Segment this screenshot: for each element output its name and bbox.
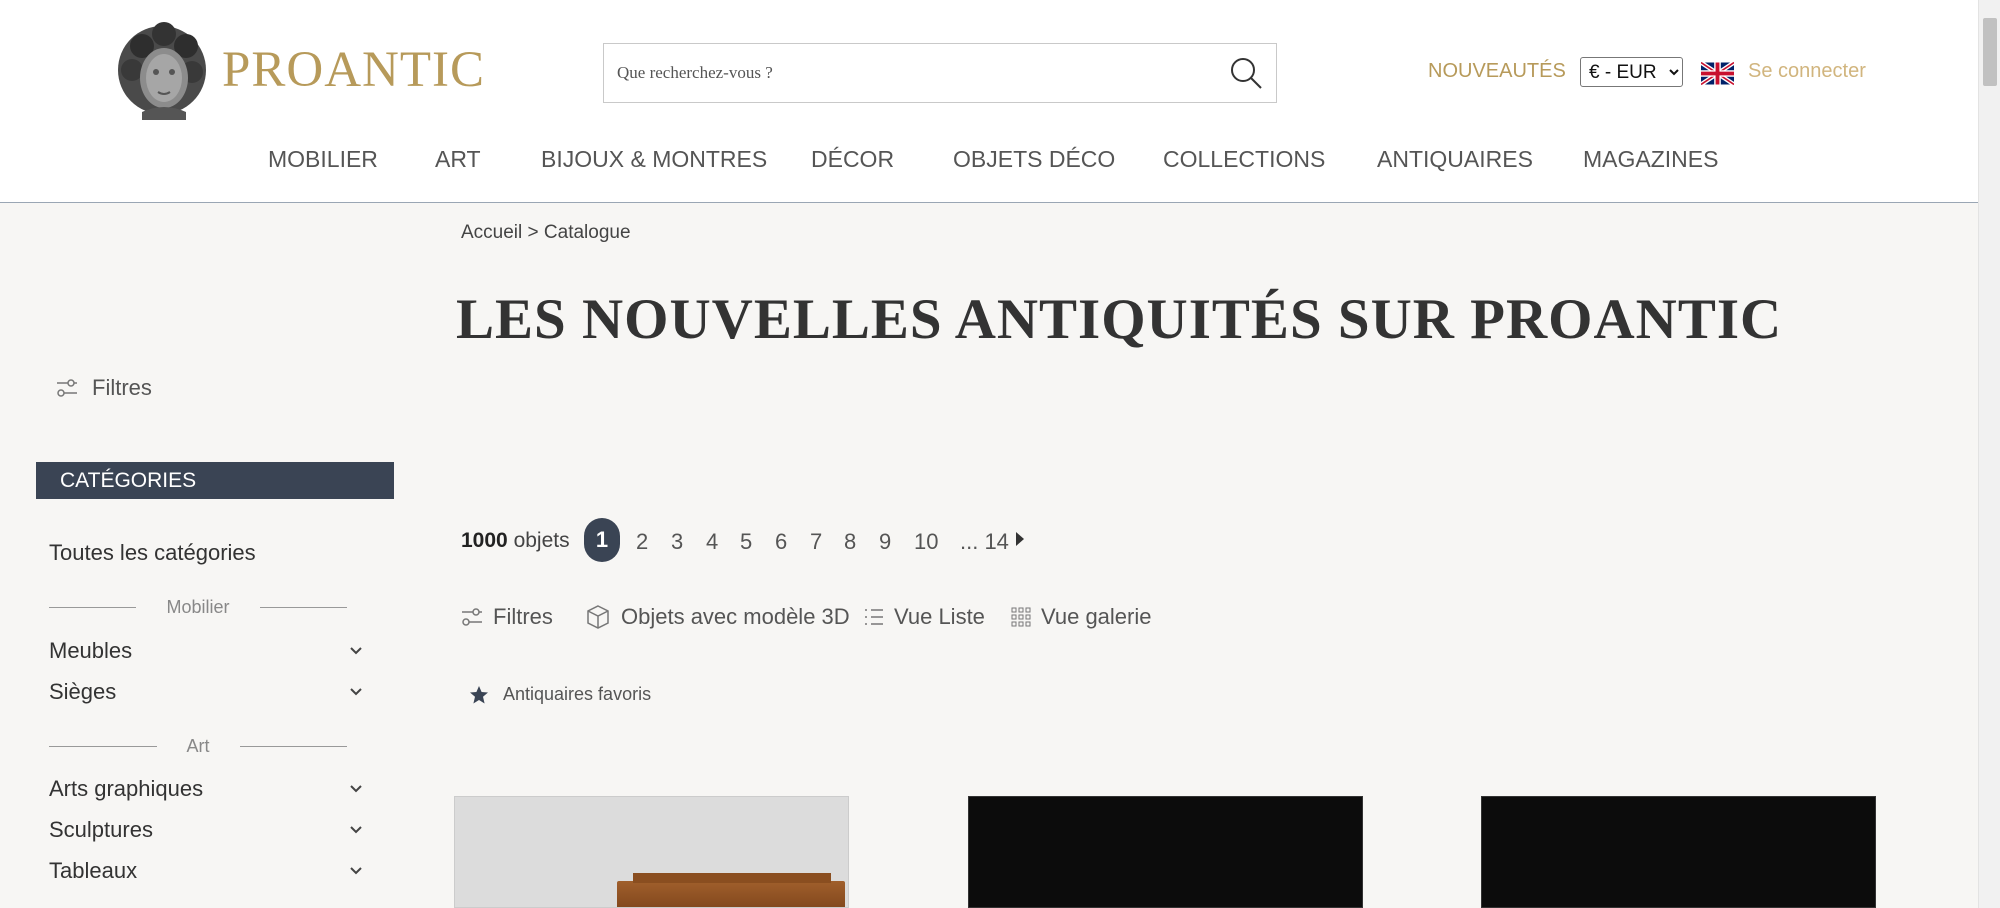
gallery-view-label: Vue galerie — [1041, 604, 1152, 629]
search-box — [603, 43, 1277, 103]
category-item-sculptures[interactable]: Sculptures — [49, 815, 363, 845]
list-view-icon — [865, 609, 883, 625]
logo-bust-icon — [118, 22, 206, 120]
chevron-down-icon[interactable] — [349, 646, 363, 656]
category-label: Tableaux — [49, 858, 138, 883]
favorite-dealers-toggle[interactable]: Antiquaires favoris — [469, 684, 651, 705]
page-button-9[interactable]: 9 — [879, 529, 891, 555]
page-title: LES NOUVELLES ANTIQUITÉS SUR PROANTIC — [456, 288, 1783, 351]
3d-objects-button[interactable]: Objets avec modèle 3D — [585, 604, 850, 630]
page-button-2[interactable]: 2 — [636, 529, 648, 555]
result-count-label: objets — [513, 529, 570, 552]
uk-flag-icon[interactable] — [1701, 61, 1734, 86]
product-image — [617, 873, 845, 907]
star-icon — [470, 685, 488, 703]
category-label: Sièges — [49, 679, 117, 704]
cube-3d-icon — [587, 605, 609, 629]
category-label: Meubles — [49, 638, 133, 663]
scrollbar-thumb[interactable] — [1983, 18, 1997, 86]
scrollbar[interactable] — [1978, 0, 2000, 908]
result-count: 1000 objets — [461, 529, 570, 553]
logo-text[interactable]: PROANTIC — [222, 41, 485, 99]
breadcrumb[interactable]: Accueil > Catalogue — [461, 222, 631, 244]
category-item-tableaux[interactable]: Tableaux — [49, 856, 363, 886]
section-divider-art: Art — [49, 734, 348, 758]
site-header: PROANTIC NOUVEAUTÉS € - EUR Se connecter… — [0, 0, 1978, 203]
page-button-last[interactable]: ... 14 — [960, 529, 1009, 555]
chevron-down-icon[interactable] — [349, 784, 363, 794]
section-divider-mobilier: Mobilier — [49, 595, 347, 619]
category-item-meubles[interactable]: Meubles — [49, 636, 363, 666]
product-card[interactable] — [454, 796, 849, 908]
search-button[interactable] — [1216, 44, 1276, 102]
all-categories-link[interactable]: Toutes les catégories — [49, 540, 256, 566]
nav-item-objets-deco[interactable]: OBJETS DÉCO — [953, 146, 1115, 173]
site-logo[interactable]: PROANTIC — [112, 20, 485, 120]
gallery-view-button[interactable]: Vue galerie — [1011, 604, 1151, 630]
category-item-sieges[interactable]: Sièges — [49, 677, 363, 707]
category-label: Arts graphiques — [49, 776, 204, 801]
categories-header: CATÉGORIES — [36, 462, 394, 499]
page-button-5[interactable]: 5 — [740, 529, 752, 555]
filters-button[interactable]: Filtres — [461, 604, 553, 630]
nouveautes-link[interactable]: NOUVEAUTÉS — [1428, 60, 1566, 83]
nav-item-antiquaires[interactable]: ANTIQUAIRES — [1377, 146, 1533, 173]
sidebar-filters-button[interactable]: Filtres — [56, 375, 152, 401]
section-title: Art — [186, 735, 210, 756]
page-button-8[interactable]: 8 — [844, 529, 856, 555]
category-label: Sculptures — [49, 817, 153, 842]
filter-icon — [462, 608, 482, 626]
filter-icon — [57, 379, 77, 397]
currency-select[interactable]: € - EUR — [1580, 57, 1683, 87]
next-page-icon[interactable] — [1016, 532, 1024, 546]
login-link[interactable]: Se connecter — [1748, 60, 1866, 83]
nav-item-magazines[interactable]: MAGAZINES — [1583, 146, 1718, 173]
gallery-grid-icon — [1011, 607, 1031, 627]
filters-label: Filtres — [92, 375, 152, 400]
page-button-7[interactable]: 7 — [810, 529, 822, 555]
product-card[interactable] — [968, 796, 1363, 908]
page-button-6[interactable]: 6 — [775, 529, 787, 555]
nav-item-bijoux-montres[interactable]: BIJOUX & MONTRES — [541, 146, 767, 173]
chevron-down-icon[interactable] — [349, 825, 363, 835]
nav-item-collections[interactable]: COLLECTIONS — [1163, 146, 1325, 173]
chevron-down-icon[interactable] — [349, 866, 363, 876]
search-input[interactable] — [604, 44, 1216, 102]
filters-label: Filtres — [493, 604, 553, 629]
3d-objects-label: Objets avec modèle 3D — [621, 604, 850, 629]
category-item-arts-graphiques[interactable]: Arts graphiques — [49, 774, 363, 804]
page-button-3[interactable]: 3 — [671, 529, 683, 555]
nav-item-art[interactable]: ART — [435, 146, 481, 173]
page-button-4[interactable]: 4 — [706, 529, 718, 555]
chevron-down-icon[interactable] — [349, 687, 363, 697]
result-count-number: 1000 — [461, 529, 508, 552]
favorite-dealers-label: Antiquaires favoris — [503, 684, 652, 704]
list-view-button[interactable]: Vue Liste — [864, 604, 985, 630]
main-nav: MOBILIER ART BIJOUX & MONTRES DÉCOR OBJE… — [0, 146, 1978, 182]
list-view-label: Vue Liste — [894, 604, 985, 629]
search-icon — [1231, 58, 1262, 89]
product-card[interactable] — [1481, 796, 1876, 908]
page-button-1[interactable]: 1 — [584, 518, 620, 562]
section-title: Mobilier — [166, 596, 230, 617]
nav-item-decor[interactable]: DÉCOR — [811, 146, 894, 173]
page-button-10[interactable]: 10 — [914, 529, 938, 555]
nav-item-mobilier[interactable]: MOBILIER — [268, 146, 378, 173]
